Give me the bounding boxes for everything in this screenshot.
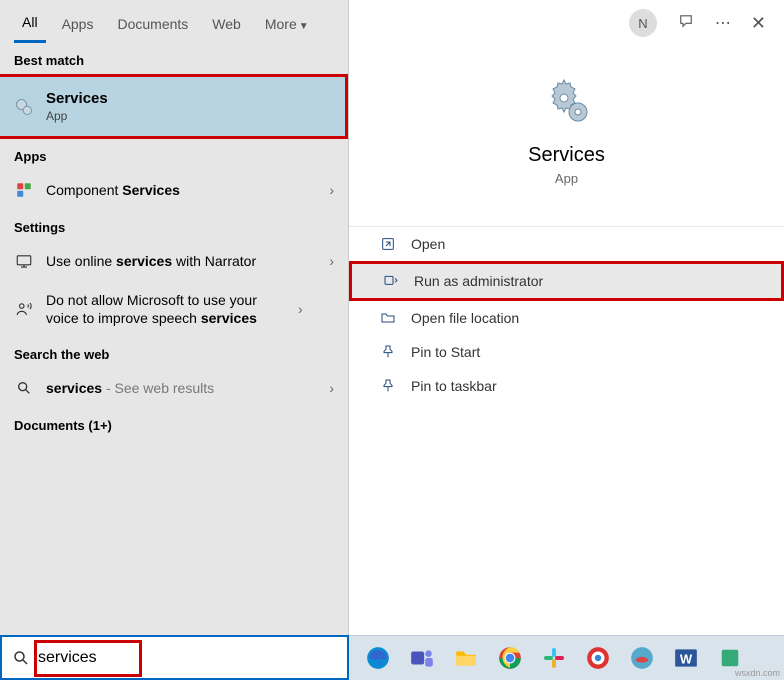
open-icon — [379, 236, 397, 252]
section-apps: Apps — [0, 139, 348, 170]
feedback-icon[interactable] — [677, 12, 695, 35]
chevron-right-icon: › — [329, 182, 334, 198]
more-icon[interactable]: ⋯ — [715, 13, 731, 33]
result-subtitle: App — [46, 109, 331, 125]
action-open[interactable]: Open — [349, 227, 784, 261]
tab-apps[interactable]: Apps — [54, 10, 102, 42]
taskbar-slack[interactable] — [533, 638, 575, 678]
section-settings: Settings — [0, 210, 348, 241]
folder-icon — [379, 310, 397, 326]
results-pane: All Apps Documents Web More▼ Best match … — [0, 0, 349, 635]
chevron-right-icon: › — [329, 380, 334, 396]
action-pin-start[interactable]: Pin to Start — [349, 335, 784, 369]
titlebar: N ⋯ ✕ — [349, 0, 784, 46]
footer: W wsxdn.com — [0, 635, 784, 680]
taskbar-app1[interactable] — [577, 638, 619, 678]
preview-title: Services — [369, 144, 764, 167]
gears-icon — [542, 76, 592, 126]
preview-subtitle: App — [369, 171, 764, 186]
taskbar-explorer[interactable] — [445, 638, 487, 678]
action-pin-taskbar[interactable]: Pin to taskbar — [349, 369, 784, 403]
chevron-right-icon: › — [329, 253, 334, 269]
preview-block: Services App — [349, 46, 784, 196]
tab-more[interactable]: More▼ — [257, 10, 317, 42]
component-icon — [14, 180, 34, 200]
tab-all[interactable]: All — [14, 8, 46, 43]
section-search-web: Search the web — [0, 337, 348, 368]
search-box[interactable] — [0, 635, 349, 680]
pin-icon — [379, 344, 397, 360]
taskbar-chrome[interactable] — [489, 638, 531, 678]
close-icon[interactable]: ✕ — [751, 13, 766, 34]
result-component-services[interactable]: Component Services › — [0, 170, 348, 210]
user-avatar[interactable]: N — [629, 9, 657, 37]
section-documents: Documents (1+) — [0, 408, 348, 439]
taskbar-app2[interactable] — [621, 638, 663, 678]
gears-icon — [14, 97, 34, 117]
search-input[interactable] — [38, 649, 337, 667]
tab-documents[interactable]: Documents — [109, 10, 196, 42]
taskbar-teams[interactable] — [401, 638, 443, 678]
preview-pane: N ⋯ ✕ Services App Open Run as administr… — [349, 0, 784, 635]
watermark: wsxdn.com — [735, 668, 780, 678]
chevron-right-icon: › — [298, 301, 303, 317]
result-speech-services[interactable]: Do not allow Microsoft to use your voice… — [0, 281, 348, 337]
tab-web[interactable]: Web — [204, 10, 249, 42]
person-speak-icon — [14, 299, 34, 319]
action-run-as-admin[interactable]: Run as administrator — [349, 261, 784, 301]
result-web-services[interactable]: services - See web results › — [0, 368, 348, 408]
taskbar-word[interactable]: W — [665, 638, 707, 678]
filter-tabs: All Apps Documents Web More▼ — [0, 0, 348, 43]
monitor-icon — [14, 251, 34, 271]
result-services-app[interactable]: Services App — [0, 74, 348, 139]
taskbar-edge[interactable] — [357, 638, 399, 678]
taskbar: W — [349, 635, 784, 680]
action-open-location[interactable]: Open file location — [349, 301, 784, 335]
search-icon — [12, 649, 30, 667]
result-title: Services — [46, 89, 331, 109]
result-narrator-services[interactable]: Use online services with Narrator › — [0, 241, 348, 281]
shield-run-icon — [382, 273, 400, 289]
actions-list: Open Run as administrator Open file loca… — [349, 226, 784, 403]
pin-icon — [379, 378, 397, 394]
svg-text:W: W — [680, 651, 693, 666]
section-best-match: Best match — [0, 43, 348, 74]
search-icon — [14, 378, 34, 398]
